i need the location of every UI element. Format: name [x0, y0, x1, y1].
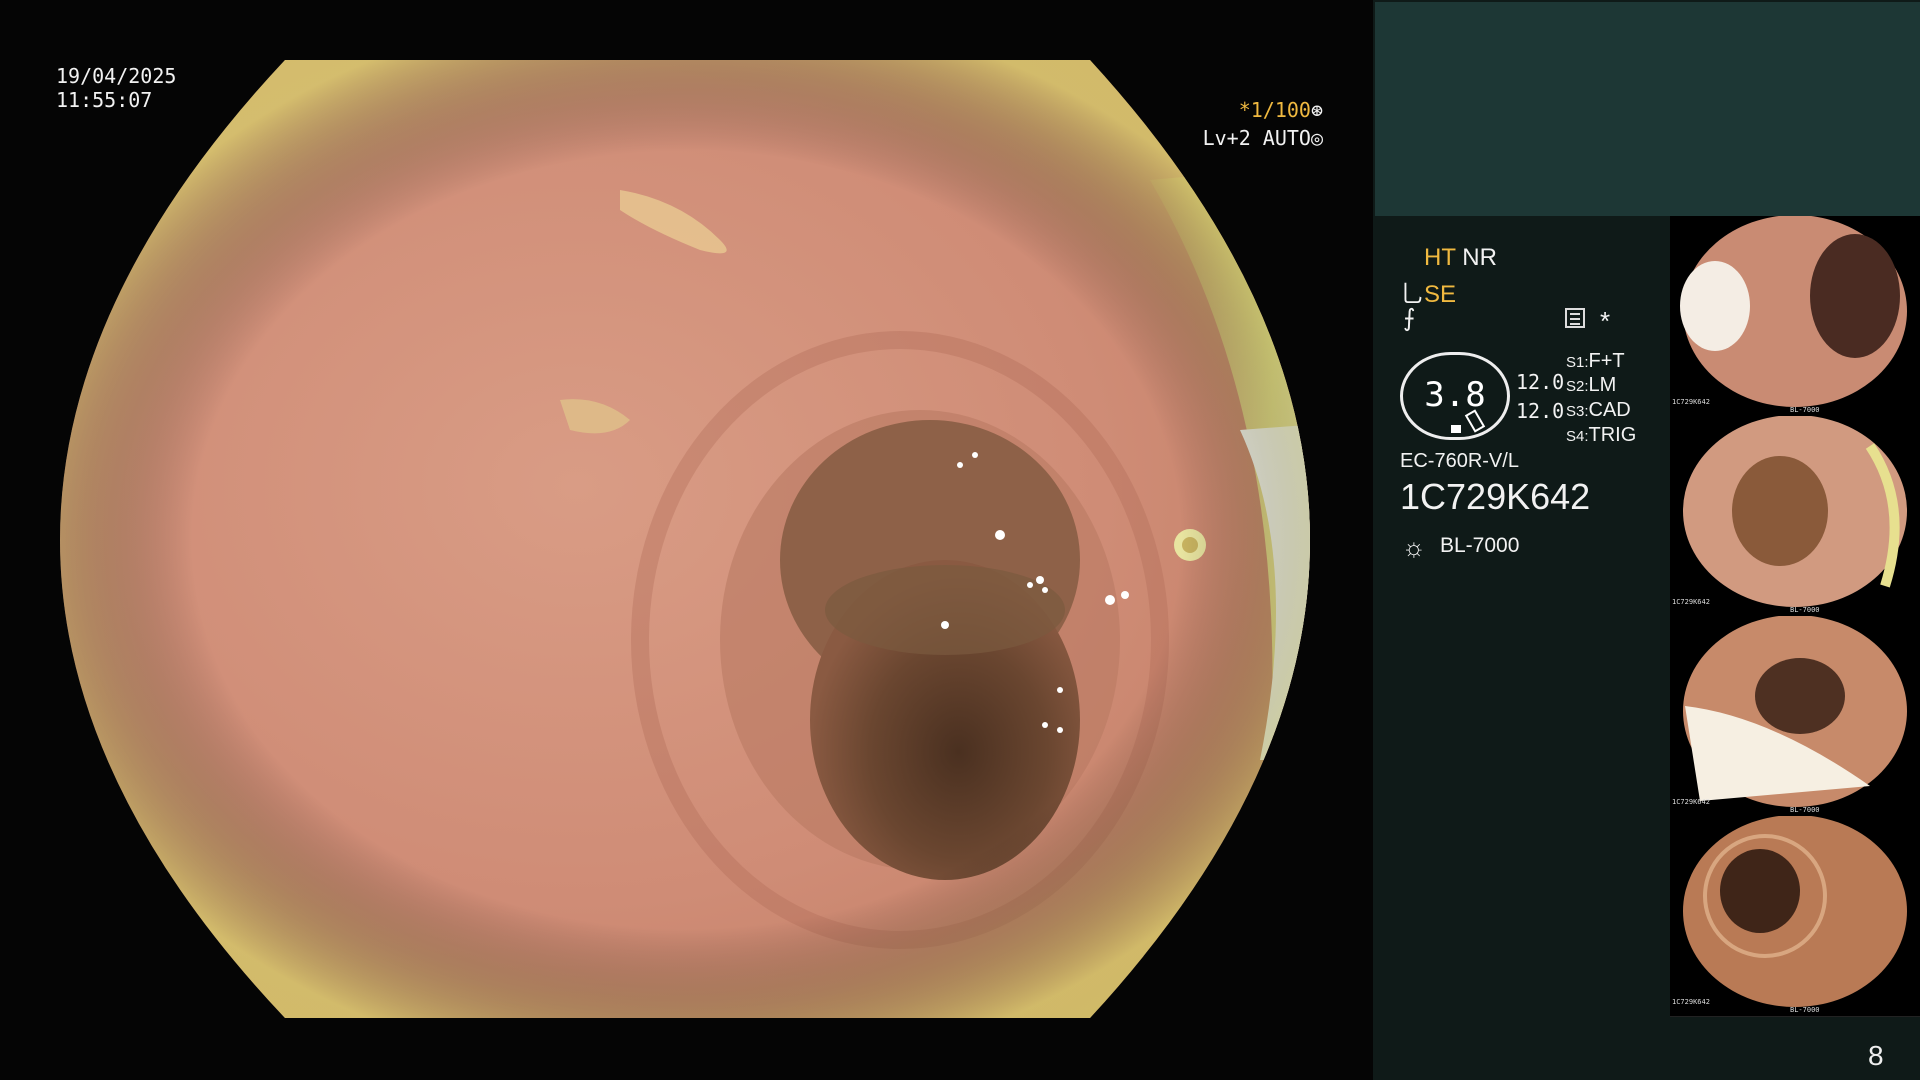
nr-label: NR	[1462, 244, 1497, 271]
switch-value: LM	[1588, 374, 1617, 396]
thumbnail-image	[1683, 616, 1907, 807]
switch-value: TRIG	[1588, 424, 1637, 446]
aperture-icon: ⊛	[1310, 98, 1323, 122]
iris-icon: ◎	[1310, 126, 1323, 150]
switch-key: S2:	[1566, 378, 1589, 395]
scope-serial: 1C729K642	[1400, 476, 1591, 517]
switch-value: F+T	[1588, 350, 1625, 372]
shutter-text: *1/100	[1238, 98, 1311, 122]
setting-value-b: 12.0	[1516, 399, 1565, 423]
date-text: 19/04/2025	[56, 64, 177, 88]
level-text: Lv+2 AUTO	[1202, 126, 1311, 150]
time-text: 11:55:07	[56, 88, 153, 112]
asterisk-icon: *	[1600, 306, 1611, 336]
light-source-label: BL-7000	[1440, 534, 1520, 557]
switch-value: CAD	[1588, 399, 1631, 421]
switch-key: S1:	[1566, 354, 1589, 371]
thumbnail-image	[1683, 416, 1907, 607]
switch-s3: S3:CAD	[1566, 399, 1631, 422]
date-time-display: 19/04/2025 11:55:07	[56, 64, 176, 112]
endoscope-main-view: 19/04/2025 11:55:07 *1/100⊛ Lv+2 AUTO◎	[0, 0, 1373, 1080]
zoom-value: 3.8	[1424, 375, 1486, 415]
scope-model: EC-760R-V/L	[1400, 450, 1519, 472]
zoom-marker-icon	[1451, 425, 1461, 433]
scope-status-area	[1373, 216, 1670, 1080]
zoom-indicator: 3.8	[1400, 352, 1510, 440]
thumbnail-light: BL-7000	[1790, 806, 1820, 814]
shutter-speed-display: *1/100⊛	[1239, 98, 1323, 122]
enhancement-mode: HT NR	[1424, 244, 1497, 272]
thumbnail-image	[1683, 816, 1907, 1007]
thumbnail-2[interactable]: 1C729K642 BL-7000	[1670, 416, 1920, 617]
page-number: 8	[1868, 1040, 1884, 1071]
ht-label: HT	[1424, 244, 1456, 271]
light-source-icon: ☼	[1402, 532, 1426, 562]
thumbnail-light: BL-7000	[1790, 606, 1820, 614]
patient-info-box	[1375, 2, 1920, 216]
switch-s2: S2:LM	[1566, 374, 1616, 397]
thumbnail-serial: 1C729K642	[1672, 598, 1710, 606]
se-label: SE	[1424, 281, 1457, 308]
thumbnail-image	[1680, 216, 1907, 407]
color-enhancement-icon: ⨍	[1403, 305, 1416, 332]
endoscopic-image	[60, 60, 1310, 1018]
thumbnail-3[interactable]: 1C729K642 BL-7000	[1670, 616, 1920, 817]
menu-icon	[1565, 308, 1585, 328]
thumbnail-serial: 1C729K642	[1672, 398, 1710, 406]
thumbnail-light: BL-7000	[1790, 1006, 1820, 1014]
switch-s1: S1:F+T	[1566, 350, 1625, 373]
setting-value-a: 12.0	[1516, 370, 1565, 394]
switch-key: S4:	[1566, 428, 1589, 445]
thumbnail-4[interactable]: 1C729K642 BL-7000	[1670, 816, 1920, 1017]
brightness-level-display: Lv+2 AUTO◎	[1203, 126, 1323, 150]
thumbnail-serial: 1C729K642	[1672, 798, 1710, 806]
thumbnail-light: BL-7000	[1790, 406, 1820, 414]
switch-key: S3:	[1566, 403, 1589, 420]
thumbnail-serial: 1C729K642	[1672, 998, 1710, 1006]
thumbnail-1[interactable]: 1C729K642 BL-7000	[1670, 216, 1920, 417]
switch-s4: S4:TRIG	[1566, 424, 1636, 447]
